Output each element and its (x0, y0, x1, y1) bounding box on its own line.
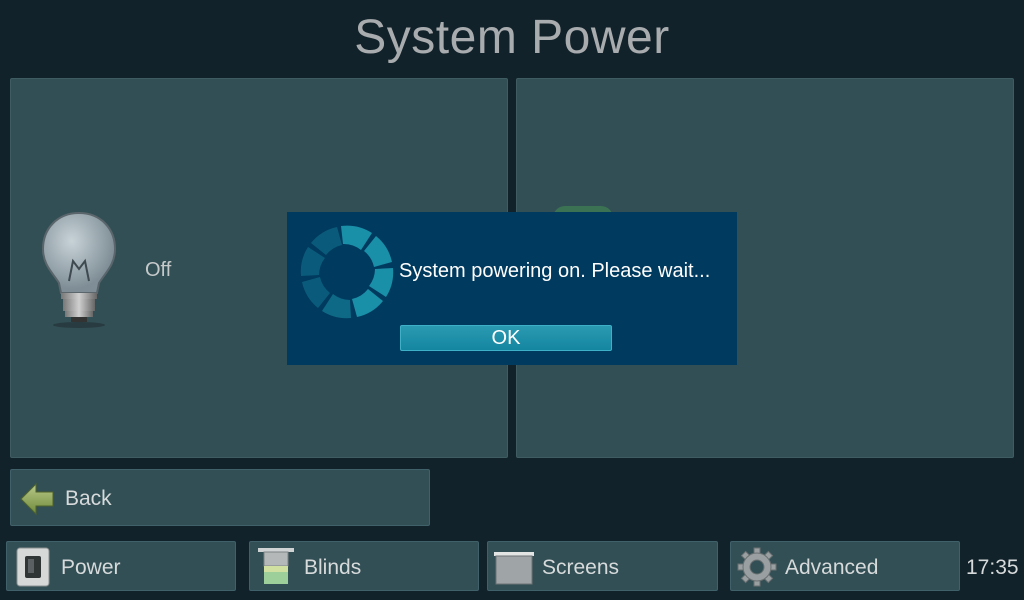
power-switch-icon (16, 547, 50, 587)
ok-button[interactable]: OK (400, 325, 612, 351)
nav-power-button[interactable]: Power (6, 541, 236, 591)
projection-screen-icon (494, 552, 534, 585)
clock: 17:35 (966, 556, 1019, 579)
spinner-icon (300, 225, 394, 319)
back-label: Back (65, 487, 112, 510)
gear-icon (737, 547, 777, 587)
dialog-message: System powering on. Please wait... (399, 260, 711, 282)
nav-advanced-button[interactable]: Advanced (730, 541, 960, 591)
nav-blinds-label: Blinds (304, 556, 362, 579)
nav-advanced-label: Advanced (785, 556, 879, 579)
back-button[interactable]: Back (10, 469, 430, 526)
page-title: System Power (354, 11, 670, 64)
nav-screens-label: Screens (542, 556, 620, 579)
nav-screens-button[interactable]: Screens (487, 541, 718, 591)
blinds-icon (258, 548, 294, 584)
power-on-dialog: System powering on. Please wait... OK (287, 212, 737, 365)
nav-power-label: Power (61, 556, 121, 579)
light-status-label: Off (145, 259, 172, 281)
nav-blinds-button[interactable]: Blinds (249, 541, 479, 591)
lightbulb-icon (41, 211, 117, 328)
arrow-left-icon (20, 482, 54, 516)
page: System Power Off Back Power Blinds Scree… (0, 0, 1024, 600)
